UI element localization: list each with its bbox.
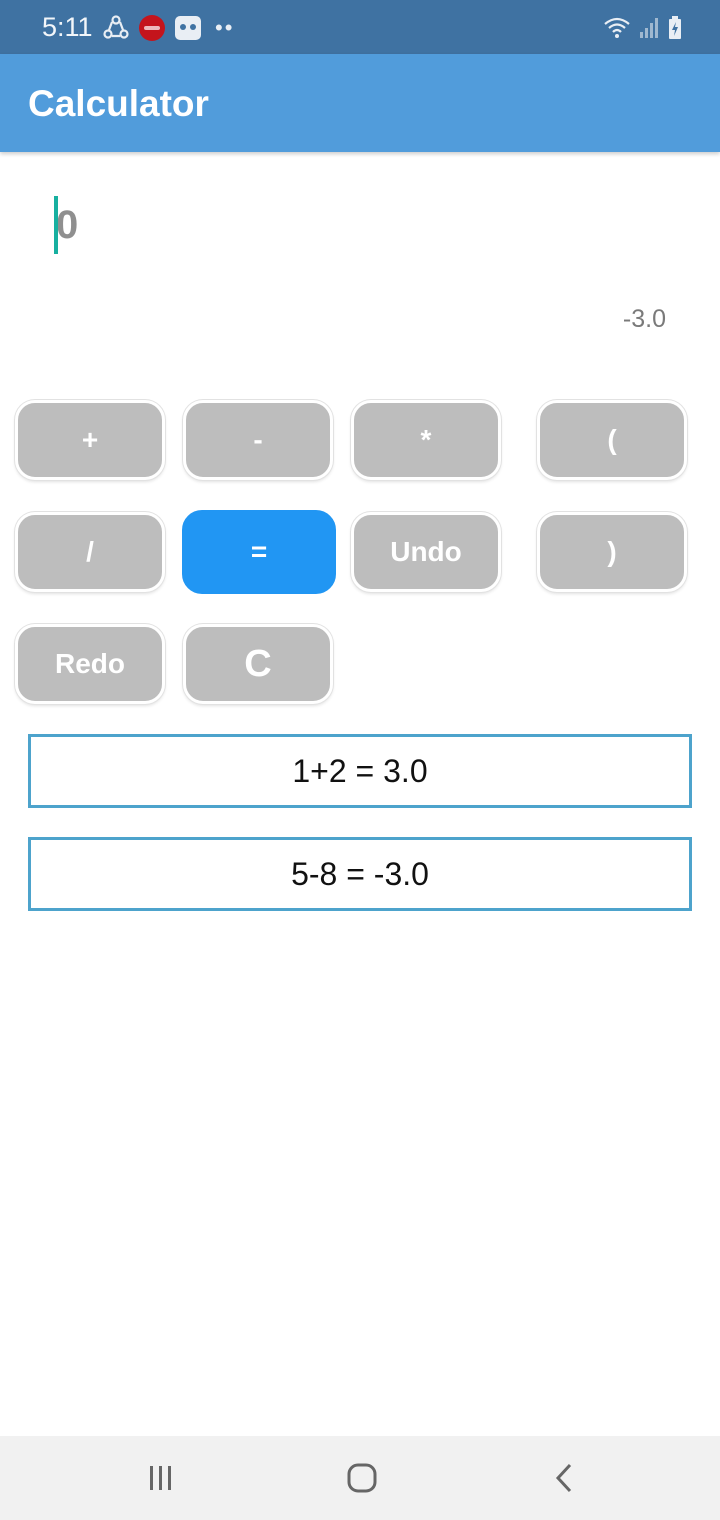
redo-button[interactable]: Redo [15, 624, 165, 704]
back-button[interactable] [544, 1458, 584, 1498]
app-bar: Calculator [0, 54, 720, 152]
navigation-bar [0, 1436, 720, 1520]
battery-icon [669, 16, 681, 39]
multiply-button[interactable]: * [351, 400, 501, 480]
status-bar: 5:11 •• [0, 0, 720, 54]
divide-button[interactable]: / [15, 512, 165, 592]
signal-icon [640, 18, 658, 38]
red-badge-icon [139, 15, 165, 41]
expression-input-container[interactable] [52, 190, 672, 260]
home-button[interactable] [342, 1458, 382, 1498]
minus-button[interactable]: - [183, 400, 333, 480]
robot-icon [175, 16, 201, 40]
history-item[interactable]: 1+2 = 3.0 [28, 734, 692, 808]
back-icon [555, 1463, 572, 1493]
home-icon [347, 1463, 377, 1493]
status-icons-left: •• [103, 14, 234, 42]
text-cursor [54, 196, 58, 254]
status-icons-right [604, 14, 682, 42]
result-text: -3.0 [622, 305, 666, 333]
share-icon [103, 15, 129, 39]
history-item[interactable]: 5-8 = -3.0 [28, 837, 692, 911]
recent-apps-button[interactable] [141, 1458, 181, 1498]
plus-button[interactable]: + [15, 400, 165, 480]
wifi-icon [604, 17, 630, 38]
undo-button[interactable]: Undo [351, 512, 501, 592]
open-paren-button[interactable]: ( [537, 400, 687, 480]
app-title: Calculator [28, 83, 209, 124]
clear-button[interactable]: C [183, 624, 333, 704]
recent-apps-icon [150, 1466, 171, 1490]
close-paren-button[interactable]: ) [537, 512, 687, 592]
more-dots-icon: •• [215, 15, 235, 40]
expression-input[interactable] [52, 190, 666, 260]
status-time: 5:11 [42, 12, 93, 42]
equals-button[interactable]: = [182, 510, 336, 594]
